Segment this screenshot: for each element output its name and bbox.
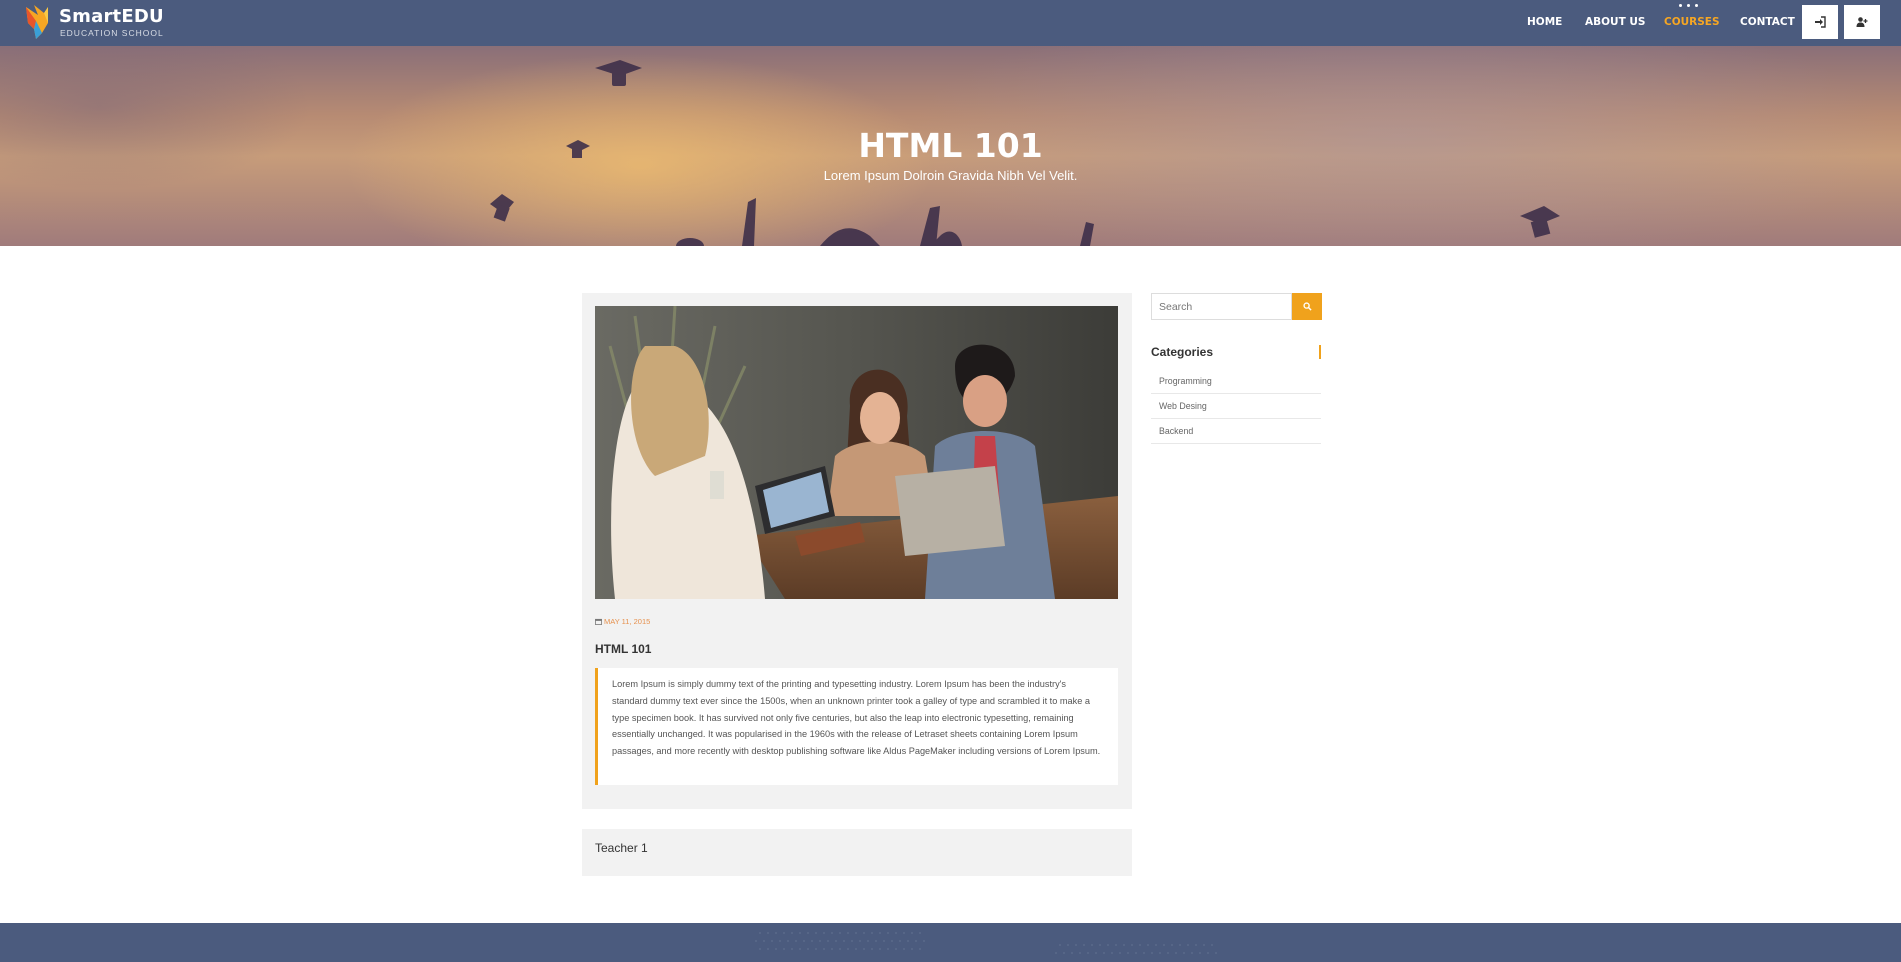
login-button[interactable] bbox=[1802, 5, 1838, 39]
top-navbar: SmartEDU EDUCATION SCHOOL HOME ABOUT US … bbox=[0, 0, 1901, 46]
footer bbox=[0, 923, 1901, 962]
teacher-name: Teacher 1 bbox=[595, 841, 648, 855]
categories-title: Categories bbox=[1151, 345, 1214, 359]
nav-courses[interactable]: COURSES bbox=[1664, 16, 1720, 28]
course-date-text: MAY 11, 2015 bbox=[604, 617, 651, 626]
bird-logo-icon bbox=[26, 5, 48, 39]
register-button[interactable] bbox=[1844, 5, 1880, 39]
teacher-box: Teacher 1 bbox=[582, 829, 1132, 876]
hero-subtitle: Lorem Ipsum Dolroin Gravida Nibh Vel Vel… bbox=[823, 168, 1078, 183]
categories-list: Programming Web Desing Backend bbox=[1151, 369, 1321, 444]
nav-about-us[interactable]: ABOUT US bbox=[1585, 16, 1646, 28]
course-description: Lorem Ipsum is simply dummy text of the … bbox=[595, 668, 1118, 785]
sign-in-icon bbox=[1815, 16, 1826, 28]
search-icon bbox=[1302, 302, 1312, 311]
course-card: MAY 11, 2015 HTML 101 Lorem Ipsum is sim… bbox=[582, 293, 1132, 809]
brand-tagline: EDUCATION SCHOOL bbox=[60, 28, 164, 38]
category-web-desing[interactable]: Web Desing bbox=[1151, 394, 1321, 419]
search-input[interactable] bbox=[1151, 293, 1292, 320]
hero-title: HTML 101 bbox=[858, 126, 1043, 165]
hero-banner: HTML 101 Lorem Ipsum Dolroin Gravida Nib… bbox=[0, 46, 1901, 246]
brand-name: SmartEDU bbox=[59, 6, 164, 27]
nav-contact[interactable]: CONTACT bbox=[1740, 16, 1795, 28]
categories-accent-bar bbox=[1319, 345, 1321, 359]
user-plus-icon bbox=[1856, 17, 1868, 27]
course-title: HTML 101 bbox=[595, 642, 652, 656]
search-button[interactable] bbox=[1292, 293, 1322, 320]
course-image bbox=[595, 306, 1118, 599]
search-form bbox=[1151, 293, 1322, 320]
course-date: MAY 11, 2015 bbox=[595, 617, 650, 626]
calendar-icon bbox=[595, 618, 602, 625]
nav-home[interactable]: HOME bbox=[1527, 16, 1562, 28]
category-programming[interactable]: Programming bbox=[1151, 369, 1321, 394]
category-backend[interactable]: Backend bbox=[1151, 419, 1321, 444]
active-indicator-dots bbox=[1677, 4, 1701, 8]
footer-map-pattern bbox=[755, 932, 1217, 954]
brand-logo[interactable]: SmartEDU EDUCATION SCHOOL bbox=[22, 3, 172, 43]
